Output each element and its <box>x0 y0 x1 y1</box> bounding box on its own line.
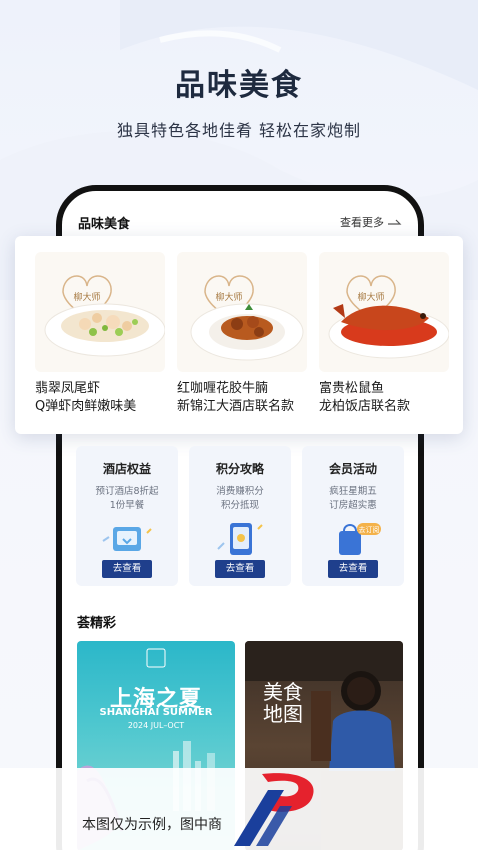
view-button[interactable]: 去查看 <box>102 560 152 578</box>
panel-header: 品味美食 查看更多 <box>78 211 402 233</box>
food-image-squirrel-fish: 柳大师 <box>319 252 449 372</box>
promo-date: 2024 JUL–OCT <box>127 721 185 730</box>
food-desc: Q弹虾肉鲜嫩味美 <box>35 399 137 414</box>
benefit-desc: 疯狂星期五 订房超实惠 <box>329 486 377 511</box>
benefit-title: 积分攻略 <box>215 462 264 476</box>
food-desc: 龙柏饭店联名款 <box>319 399 411 414</box>
view-button[interactable]: 去查看 <box>215 560 265 578</box>
benefit-desc: 预订酒店8折起 1份早餐 <box>95 486 159 511</box>
food-item[interactable]: 柳大师 翡翠凤尾虾 Q弹虾肉鲜嫩味美 <box>35 252 165 414</box>
food-item[interactable]: 柳大师 红咖喱花胶牛腩 新锦江大酒店联名款 <box>177 252 307 414</box>
hero-title: 品味美食 <box>175 68 303 103</box>
benefit-card-hotel[interactable]: 酒店权益 预订酒店8折起 1份早餐 去查看 <box>76 446 178 586</box>
section-title: 荟精彩 <box>77 616 117 631</box>
food-name: 富贵松鼠鱼 <box>319 381 385 396</box>
shopping-bag-icon: 去订阅 <box>339 523 381 555</box>
view-button[interactable]: 去查看 <box>328 560 378 578</box>
panel-title: 品味美食 <box>78 216 131 232</box>
food-name: 翡翠凤尾虾 <box>35 381 101 396</box>
arrow-right-icon <box>388 219 402 225</box>
promo-title: 美食 地图 <box>263 680 303 726</box>
promo-subtitle: SHANGHAI SUMMER <box>99 707 213 718</box>
benefit-card-member[interactable]: 会员活动 疯狂星期五 订房超实惠 去订阅 去查看 <box>302 446 404 586</box>
view-more-label: 查看更多 <box>340 216 384 229</box>
disclaimer-text: 本图仅为示例，图中商 <box>82 817 222 833</box>
benefit-title: 酒店权益 <box>102 462 151 476</box>
food-carousel-card: 柳大师 翡翠凤尾虾 Q弹虾肉鲜嫩味美 柳大师 红咖喱花胶牛腩 新锦江大酒店联名款… <box>15 236 463 434</box>
benefits-row: 酒店权益 预订酒店8折起 1份早餐 去查看 积分攻略 消费赚积分 积分抵现 去查看 … <box>76 446 404 586</box>
view-more-link[interactable]: 查看更多 <box>340 214 402 230</box>
hotel-card-icon <box>102 527 152 551</box>
hero-subtitle: 独具特色各地佳肴 轻松在家炮制 <box>116 121 362 140</box>
benefit-card-points[interactable]: 积分攻略 消费赚积分 积分抵现 去查看 <box>189 446 291 586</box>
benefit-desc: 消费赚积分 积分抵现 <box>216 486 264 511</box>
points-phone-icon <box>217 523 263 555</box>
food-item[interactable]: 柳大师 富贵松鼠鱼 龙柏饭店联名款 <box>319 252 449 414</box>
food-image-shrimp: 柳大师 <box>35 252 165 372</box>
badge-text: 柳大师 <box>215 291 242 303</box>
food-image-curry-beef: 柳大师 <box>177 252 307 372</box>
food-desc: 新锦江大酒店联名款 <box>177 399 295 414</box>
brand-logo <box>234 773 314 846</box>
food-name: 红咖喱花胶牛腩 <box>177 381 269 396</box>
badge-text: 柳大师 <box>357 291 384 303</box>
subscribe-tag: 去订阅 <box>359 525 380 534</box>
benefit-title: 会员活动 <box>328 462 377 476</box>
badge-text: 柳大师 <box>73 291 100 303</box>
